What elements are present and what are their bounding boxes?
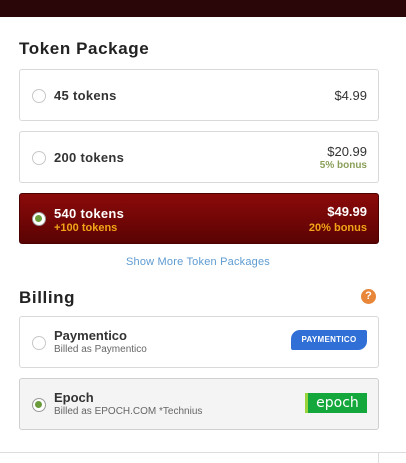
- divider: [0, 452, 406, 453]
- billing-option-epoch[interactable]: Epoch Billed as EPOCH.COM *Technius epoc…: [19, 378, 379, 430]
- paymentico-logo: PAYMENTICO: [291, 330, 367, 350]
- help-icon[interactable]: ?: [361, 289, 376, 304]
- package-label: 45 tokens: [54, 88, 117, 103]
- billing-method-name: Epoch: [54, 390, 94, 405]
- radio-button[interactable]: [32, 336, 46, 350]
- epoch-logo: epoch: [305, 393, 367, 413]
- radio-button-checked[interactable]: [32, 398, 46, 412]
- package-extra-tokens: +100 tokens: [54, 222, 118, 234]
- billing-method-name: Paymentico: [54, 328, 127, 343]
- package-bonus: 5% bonus: [319, 160, 367, 171]
- billing-method-subtitle: Billed as Paymentico: [54, 344, 147, 355]
- package-price: $49.99: [327, 204, 367, 219]
- show-more-packages-link[interactable]: Show More Token Packages: [0, 256, 396, 268]
- billing-title: Billing: [19, 288, 76, 307]
- package-price: $4.99: [334, 88, 367, 103]
- package-bonus: 20% bonus: [308, 222, 367, 234]
- billing-method-subtitle: Billed as EPOCH.COM *Technius: [54, 406, 203, 417]
- package-option-45[interactable]: 45 tokens $4.99: [19, 69, 379, 121]
- package-label: 540 tokens: [54, 206, 125, 221]
- divider: [378, 452, 379, 463]
- package-price: $20.99: [327, 144, 367, 159]
- radio-button[interactable]: [32, 89, 46, 103]
- radio-button[interactable]: [32, 151, 46, 165]
- package-label: 200 tokens: [54, 150, 125, 165]
- token-package-title: Token Package: [19, 39, 150, 58]
- package-option-200[interactable]: 200 tokens $20.99 5% bonus: [19, 131, 379, 183]
- top-header-bar: [0, 0, 406, 17]
- radio-button-checked[interactable]: [32, 212, 46, 226]
- billing-option-paymentico[interactable]: Paymentico Billed as Paymentico PAYMENTI…: [19, 316, 379, 368]
- package-option-540[interactable]: 540 tokens +100 tokens $49.99 20% bonus: [19, 193, 379, 244]
